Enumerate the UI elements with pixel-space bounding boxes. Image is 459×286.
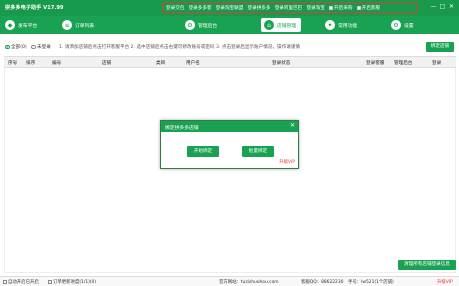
checkbox-icon[interactable] bbox=[329, 5, 334, 10]
col-username[interactable]: 用户名 bbox=[186, 60, 200, 66]
login-jiaobao[interactable]: 登录交包 bbox=[166, 5, 184, 11]
top-login-menu: 登录交包 登录多多客 登录淘宝联盟 登录拼多多 登录阿里巴巴 登录淘宝 开启采购… bbox=[163, 2, 417, 13]
nav-orders[interactable]: ≡ 订单列表 bbox=[62, 18, 94, 32]
bind-store-dialog: 绑定拼多多店铺 ✕ 开始绑定 批量绑定 升级VIP bbox=[160, 120, 299, 169]
login-alibaba[interactable]: 登录阿里巴巴 bbox=[275, 5, 303, 11]
store-table-body bbox=[4, 68, 456, 273]
col-store[interactable]: 店铺 bbox=[102, 60, 111, 66]
checkbox-icon[interactable] bbox=[356, 5, 361, 10]
tools-icon: ✦ bbox=[325, 20, 335, 30]
store-table-header: 序号 排序 编号 店铺 类目 用户名 登录状态 登录客服 管理后台 登录 bbox=[4, 56, 456, 68]
status-bar: 自动开启已开启 订单更新进度(1/1)(0) 官方网站：tuzishuohou.… bbox=[0, 276, 459, 286]
dialog-title: 绑定拼多多店铺 bbox=[161, 121, 298, 132]
col-category[interactable]: 类目 bbox=[156, 60, 165, 66]
col-login-status[interactable]: 登录状态 bbox=[272, 60, 290, 66]
app-title: 拼多多电子助手 V17.99 bbox=[5, 5, 64, 11]
admin-icon: ⚙ bbox=[185, 20, 195, 30]
upgrade-vip-status-link[interactable]: 升级VIP bbox=[437, 279, 453, 285]
maximize-icon[interactable]: □ bbox=[438, 3, 447, 11]
auto-open-toggle[interactable]: 自动开启已开启 bbox=[3, 279, 39, 285]
radio-icon bbox=[31, 44, 36, 50]
publish-icon: ◆ bbox=[5, 20, 15, 30]
col-login[interactable]: 登录 bbox=[432, 60, 441, 66]
filter-all-radio[interactable]: 全部(0) bbox=[5, 44, 27, 50]
bind-store-button[interactable]: 绑定店铺 bbox=[426, 42, 454, 52]
login-taobao-union[interactable]: 登录淘宝联盟 bbox=[216, 5, 244, 11]
enable-service-toggle[interactable]: 开启客服 bbox=[356, 5, 380, 11]
col-index[interactable]: 序号 bbox=[8, 60, 17, 66]
login-duoduoke[interactable]: 登录多多客 bbox=[189, 5, 212, 11]
col-login-service[interactable]: 登录客服 bbox=[366, 60, 384, 66]
title-bar: 拼多多电子助手 V17.99 登录交包 登录多多客 登录淘宝联盟 登录拼多多 登… bbox=[0, 0, 459, 16]
main-nav: ◆ 发布平台 ≡ 订单列表 ⚙ 管理后台 ⌂ 店铺管理 ✦ 常用功能 ⚙ 设置 bbox=[0, 16, 459, 34]
upgrade-vip-link[interactable]: 升级VIP bbox=[279, 159, 295, 165]
close-icon[interactable]: ✕ bbox=[290, 122, 295, 129]
login-pinduoduo[interactable]: 登录拼多多 bbox=[248, 5, 271, 11]
filter-unlogged-radio[interactable]: 未登录 bbox=[31, 44, 51, 50]
start-bind-button[interactable]: 开始绑定 bbox=[187, 146, 219, 157]
nav-admin[interactable]: ⚙ 管理后台 bbox=[185, 18, 217, 32]
col-sort[interactable]: 排序 bbox=[26, 60, 35, 66]
filter-bar: 全部(0) 未登录 1. 请添加店铺后点击打开客服平台 2. 选中店铺后点击右键… bbox=[0, 40, 459, 54]
checkbox-icon[interactable] bbox=[48, 280, 52, 284]
nav-tools[interactable]: ✦ 常用功能 bbox=[325, 18, 357, 32]
account-text: 手号：lw521(1个店铺) bbox=[348, 280, 394, 285]
col-admin[interactable]: 管理后台 bbox=[394, 60, 412, 66]
radio-selected-icon bbox=[5, 44, 10, 50]
login-taobao[interactable]: 登录淘宝 bbox=[306, 5, 324, 11]
usage-hint: 1. 请添加店铺后点击打开客服平台 2. 选中店铺后点击右键可修改账号或密码 3… bbox=[59, 45, 300, 50]
minimize-icon[interactable]: — bbox=[429, 3, 438, 11]
nav-store-manage[interactable]: ⌂ 店铺管理 bbox=[261, 18, 302, 32]
batch-bind-button[interactable]: 批量绑定 bbox=[242, 146, 274, 157]
close-icon[interactable]: ✕ bbox=[447, 3, 456, 11]
checkbox-icon[interactable] bbox=[3, 280, 7, 284]
settings-icon: ⚙ bbox=[391, 20, 401, 30]
window-controls: — □ ✕ bbox=[429, 3, 456, 11]
store-icon: ⌂ bbox=[264, 20, 274, 30]
clear-login-button[interactable]: 清理所有店铺登录信息 bbox=[398, 260, 456, 270]
order-list-icon: ≡ bbox=[62, 20, 72, 30]
enable-purchase-toggle[interactable]: 开启采购 bbox=[329, 5, 352, 11]
order-refresh-toggle[interactable]: 订单更新进度(1/1)(0) bbox=[48, 279, 96, 285]
website-text[interactable]: 官方网站：tuzishuohou.com bbox=[219, 279, 279, 285]
nav-publish[interactable]: ◆ 发布平台 bbox=[5, 18, 37, 32]
col-code[interactable]: 编号 bbox=[52, 60, 61, 66]
nav-settings[interactable]: ⚙ 设置 bbox=[391, 18, 414, 32]
service-qq-text: 客服QQ：88622230 bbox=[301, 280, 344, 285]
